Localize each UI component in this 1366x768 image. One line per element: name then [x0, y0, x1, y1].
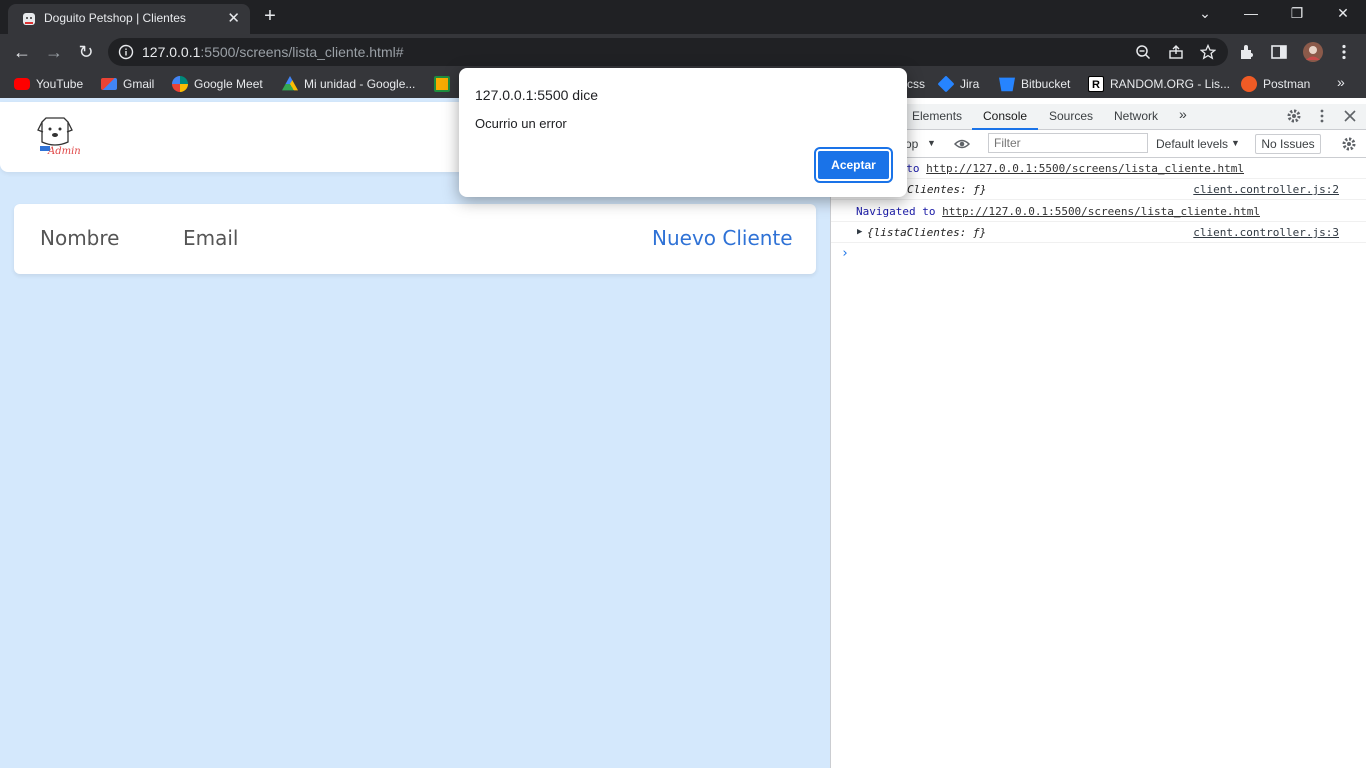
bookmark-youtube[interactable]: YouTube — [14, 76, 83, 92]
drive-icon — [282, 76, 298, 91]
nav-url[interactable]: http://127.0.0.1:5500/screens/lista_clie… — [926, 162, 1244, 175]
more-tabs-icon[interactable]: » — [1179, 106, 1187, 122]
console-prompt[interactable]: › — [841, 246, 849, 261]
tab-network[interactable]: Network — [1114, 109, 1158, 123]
source-link[interactable]: client.controller.js:2 — [1193, 183, 1339, 196]
context-selector[interactable]: op — [905, 137, 918, 151]
console-filter-input[interactable] — [988, 133, 1148, 153]
browser-toolbar: ← → ↻ 127.0.0.1:5500/screens/lista_clien… — [0, 34, 1366, 70]
bookmark-star-icon[interactable] — [1200, 44, 1216, 60]
column-header-email: Email — [183, 226, 239, 250]
side-panel-icon[interactable] — [1270, 43, 1288, 61]
bookmark-postman[interactable]: Postman — [1241, 76, 1310, 92]
devtools-panel: Elements Console Sources Network » op ▼ … — [830, 98, 1366, 768]
classroom-icon — [434, 76, 450, 92]
title-bar: Doguito Petshop | Clientes ✕ + ⌄ — ❐ ✕ — [0, 0, 1366, 34]
nav-message: Navigated to http://127.0.0.1:5500/scree… — [856, 205, 1260, 218]
tab-search-icon[interactable]: ⌄ — [1195, 5, 1215, 22]
url-text[interactable]: 127.0.0.1:5500/screens/lista_cliente.htm… — [142, 44, 404, 60]
nav-url[interactable]: http://127.0.0.1:5500/screens/lista_clie… — [942, 205, 1260, 218]
bookmark-css[interactable]: css — [907, 76, 925, 92]
console-filter-bar: op ▼ Default levels ▼ No Issues — [831, 130, 1366, 158]
expand-arrow-icon[interactable]: ▶ — [857, 227, 862, 237]
tab-sources[interactable]: Sources — [1049, 109, 1093, 123]
avatar[interactable] — [1302, 41, 1324, 63]
new-client-link[interactable]: Nuevo Cliente — [652, 226, 793, 250]
bookmark-random-org[interactable]: R RANDOM.ORG - Lis... — [1088, 76, 1230, 92]
share-icon[interactable] — [1168, 44, 1184, 60]
bookmark-gmail[interactable]: Gmail — [101, 76, 154, 92]
restore-button[interactable]: ❐ — [1287, 5, 1307, 22]
new-tab-button[interactable]: + — [260, 5, 280, 28]
tab-elements[interactable]: Elements — [912, 109, 962, 123]
console-settings-icon[interactable] — [1341, 136, 1357, 152]
logo-text: Admin — [47, 146, 80, 157]
window-close-button[interactable]: ✕ — [1333, 5, 1353, 22]
youtube-icon — [14, 77, 30, 90]
bookmarks-overflow-icon[interactable]: » — [1337, 74, 1345, 90]
nav-message: d to http://127.0.0.1:5500/screens/lista… — [893, 162, 1244, 175]
jira-icon — [937, 75, 955, 93]
bookmark-classroom[interactable] — [434, 76, 456, 92]
url-path: :5500/screens/lista_cliente.html# — [200, 44, 404, 60]
alert-title: 127.0.0.1:5500 dice — [475, 87, 598, 103]
reload-button[interactable]: ↻ — [75, 41, 97, 63]
gmail-icon — [101, 77, 117, 90]
browser-menu-icon[interactable] — [1335, 43, 1353, 61]
devtools-menu-icon[interactable] — [1314, 108, 1330, 124]
forward-button[interactable]: → — [43, 41, 65, 63]
source-link[interactable]: client.controller.js:3 — [1193, 226, 1339, 239]
console-log-row: Clientes: ƒ} client.controller.js:2 — [831, 179, 1366, 200]
eye-icon[interactable] — [954, 136, 970, 152]
object-preview[interactable]: {listaClientes: ƒ} — [867, 226, 986, 239]
minimize-button[interactable]: — — [1241, 5, 1261, 21]
devtools-close-icon[interactable] — [1342, 108, 1358, 124]
address-bar[interactable]: 127.0.0.1:5500/screens/lista_cliente.htm… — [108, 38, 1228, 66]
devtools-tab-bar: Elements Console Sources Network » — [831, 104, 1366, 130]
site-info-icon[interactable] — [118, 44, 134, 60]
extensions-icon[interactable] — [1238, 43, 1256, 61]
back-button[interactable]: ← — [11, 41, 33, 63]
bookmark-google-drive[interactable]: Mi unidad - Google... — [282, 76, 415, 92]
alert-ok-button[interactable]: Aceptar — [814, 147, 893, 183]
alert-dialog: 127.0.0.1:5500 dice Ocurrio un error Ace… — [459, 68, 907, 197]
random-org-icon: R — [1088, 76, 1104, 92]
chevron-down-icon[interactable]: ▼ — [927, 138, 936, 148]
tab-console[interactable]: Console — [983, 109, 1027, 123]
levels-chevron-icon[interactable]: ▼ — [1231, 138, 1240, 148]
browser-tab[interactable]: Doguito Petshop | Clientes ✕ — [8, 4, 250, 34]
zoom-icon[interactable] — [1135, 44, 1151, 60]
alert-message: Ocurrio un error — [475, 116, 567, 131]
bookmark-google-meet[interactable]: Google Meet — [172, 76, 263, 92]
column-header-nombre: Nombre — [40, 226, 120, 250]
object-preview[interactable]: Clientes: ƒ} — [907, 183, 986, 196]
tab-title: Doguito Petshop | Clientes — [44, 11, 186, 25]
tab-close-icon[interactable]: ✕ — [227, 9, 240, 27]
console-log-row: ▶ {listaClientes: ƒ} client.controller.j… — [831, 222, 1366, 243]
bookmark-bitbucket[interactable]: Bitbucket — [999, 76, 1070, 92]
log-levels-dropdown[interactable]: Default levels — [1156, 137, 1228, 151]
issues-button[interactable]: No Issues — [1255, 134, 1321, 154]
doguito-admin-logo[interactable]: Admin — [34, 116, 80, 158]
client-table: Nombre Email Nuevo Cliente — [14, 204, 816, 274]
doguito-favicon-icon — [23, 13, 35, 25]
postman-icon — [1241, 76, 1257, 92]
meet-icon — [172, 76, 188, 92]
web-page: Admin Nombre Email Nuevo Cliente — [0, 98, 830, 768]
console-log-row: d to http://127.0.0.1:5500/screens/lista… — [831, 158, 1366, 179]
url-host: 127.0.0.1 — [142, 44, 201, 60]
bookmark-jira[interactable]: Jira — [937, 75, 979, 93]
console-log-row: Navigated to http://127.0.0.1:5500/scree… — [831, 201, 1366, 222]
bitbucket-icon — [999, 77, 1015, 92]
nav-prefix: Navigated to — [856, 205, 936, 218]
settings-gear-icon[interactable] — [1286, 108, 1302, 124]
